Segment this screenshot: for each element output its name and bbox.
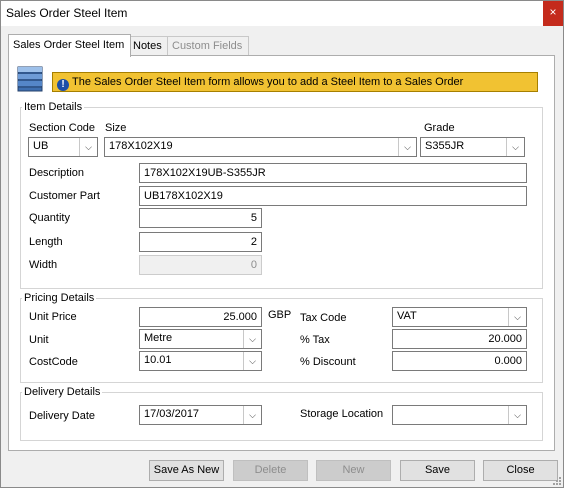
length-field[interactable]: 2 [139,232,262,252]
delete-button[interactable]: Delete [233,460,308,481]
tab-sales-order-steel-item[interactable]: Sales Order Steel Item [8,34,131,57]
size-value: 178X102X19 [109,140,173,152]
description-label: Description [29,167,85,179]
window-title: Sales Order Steel Item [6,6,128,20]
save-button[interactable]: Save [400,460,475,481]
chevron-down-icon[interactable]: ⌵ [243,352,261,370]
tax-code-value: VAT [397,310,417,322]
chevron-down-icon[interactable]: ⌵ [508,308,526,326]
item-details-legend: Item Details [22,101,85,113]
discount-field[interactable]: 0.000 [392,351,527,371]
new-button[interactable]: New [316,460,391,481]
unit-select[interactable]: Metre ⌵ [139,329,262,349]
unit-price-field[interactable]: 25.000 [139,307,262,327]
pricing-details-legend: Pricing Details [22,292,97,304]
delivery-date-picker[interactable]: 17/03/2017 ⌵ [139,405,262,425]
tax-code-label: Tax Code [300,312,347,324]
quantity-label: Quantity [29,212,70,224]
unit-value: Metre [144,332,173,344]
delivery-details-legend: Delivery Details [22,386,103,398]
delivery-date-label: Delivery Date [29,410,96,422]
title-bar[interactable]: Sales Order Steel Item × [1,1,563,26]
unit-price-label: Unit Price [29,311,77,323]
currency-label: GBP [268,309,292,321]
chevron-down-icon[interactable]: ⌵ [508,406,526,424]
database-stack-icon [17,66,43,92]
customer-part-field[interactable]: UB178X102X19 [139,186,527,206]
grade-select[interactable]: S355JR ⌵ [420,137,525,157]
tax-code-select[interactable]: VAT ⌵ [392,307,527,327]
tab-custom-fields[interactable]: Custom Fields [167,36,249,56]
quantity-field[interactable]: 5 [139,208,262,228]
delivery-date-value: 17/03/2017 [144,408,200,420]
cost-code-select[interactable]: 10.01 ⌵ [139,351,262,371]
chevron-down-icon[interactable]: ⌵ [398,138,416,156]
customer-part-label: Customer Part [29,190,100,202]
cost-code-value: 10.01 [144,354,172,366]
section-code-select[interactable]: UB ⌵ [28,137,98,157]
close-button[interactable]: Close [483,460,558,481]
description-field[interactable]: 178X102X19UB-S355JR [139,163,527,183]
tab-notes[interactable]: Notes [128,36,171,56]
chevron-down-icon[interactable]: ⌵ [243,330,261,348]
storage-location-label: Storage Location [300,408,384,420]
tax-pct-label: % Tax [300,334,330,346]
chevron-down-icon[interactable]: ⌵ [506,138,524,156]
section-code-label: Section Code [29,122,96,134]
chevron-down-icon[interactable]: ⌵ [243,406,261,424]
width-field[interactable]: 0 [139,255,262,275]
save-as-new-button[interactable]: Save As New [149,460,224,481]
cost-code-label: CostCode [29,356,78,368]
discount-label: % Discount [300,356,356,368]
grade-label: Grade [424,122,455,134]
size-label: Size [105,122,127,134]
size-select[interactable]: 178X102X19 ⌵ [104,137,417,157]
unit-label: Unit [29,334,49,346]
tax-pct-field[interactable]: 20.000 [392,329,527,349]
width-label: Width [29,259,58,271]
close-window-button[interactable]: × [543,1,563,26]
info-icon: ! [57,79,69,91]
section-code-value: UB [33,140,49,152]
resize-grip-icon[interactable] [552,476,562,486]
info-text: The Sales Order Steel Item form allows y… [72,76,464,88]
info-banner: ! The Sales Order Steel Item form allows … [52,72,538,92]
chevron-down-icon[interactable]: ⌵ [79,138,97,156]
grade-value: S355JR [425,140,465,152]
length-label: Length [29,236,63,248]
storage-location-select[interactable]: ⌵ [392,405,527,425]
